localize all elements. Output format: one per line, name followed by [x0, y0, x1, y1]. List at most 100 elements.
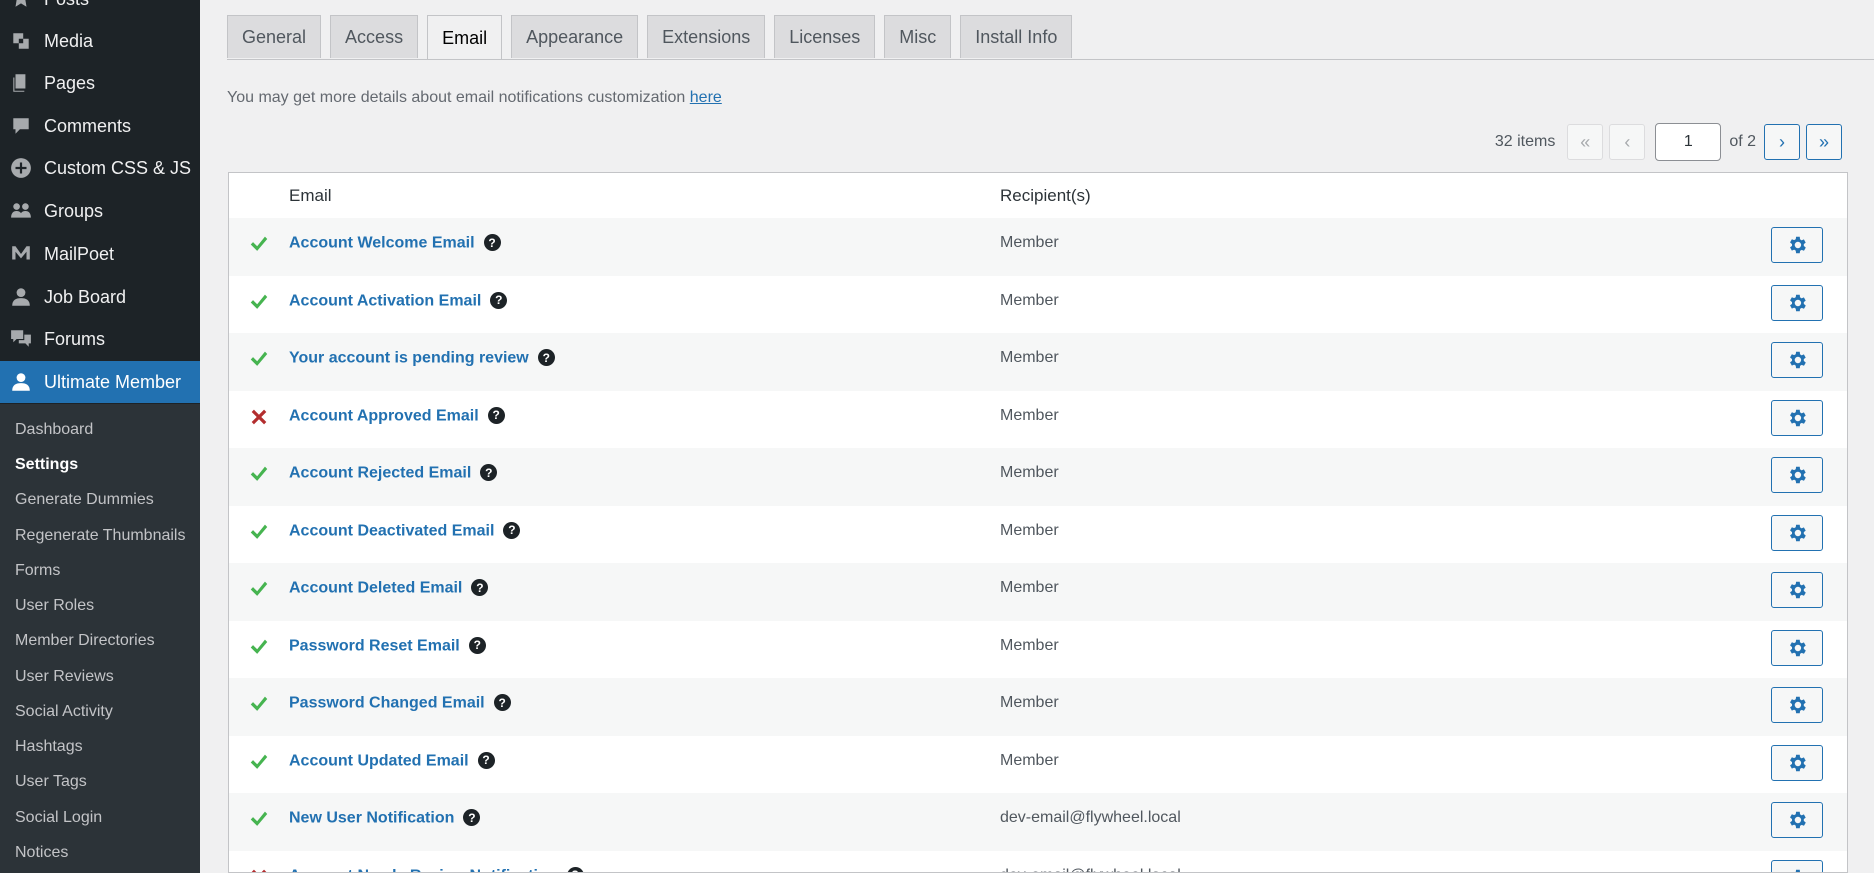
email-name-link[interactable]: Account Deleted Email? — [289, 579, 489, 598]
table-row: Account Deactivated Email? Member — [229, 506, 1847, 564]
help-icon[interactable]: ? — [463, 809, 481, 826]
menu-label: Pages — [44, 72, 96, 93]
email-name-link[interactable]: Account Approved Email? — [289, 406, 505, 426]
menu-label: Groups — [44, 200, 104, 221]
column-header-recipients[interactable]: Recipient(s) — [1000, 186, 1091, 206]
menu-item-media[interactable]: Media — [0, 20, 200, 62]
edit-email-settings-button[interactable] — [1771, 744, 1823, 781]
menu-item-posts[interactable]: Posts — [0, 0, 200, 20]
gear-icon — [1790, 236, 1806, 254]
email-name-link[interactable]: Account Needs Review Notification? — [289, 866, 584, 872]
edit-email-settings-button[interactable] — [1771, 342, 1823, 378]
email-name-text: Account Deactivated Email — [289, 522, 495, 539]
submenu-regenerate-thumbnails[interactable]: Regenerate Thumbnails — [15, 527, 185, 545]
help-icon[interactable]: ? — [537, 349, 555, 366]
table-row: Account Activation Email? Member — [229, 276, 1847, 334]
help-icon[interactable]: ? — [483, 234, 501, 251]
gear-icon — [1790, 351, 1806, 369]
submenu-hashtags[interactable]: Hashtags — [15, 738, 83, 756]
column-header-email[interactable]: Email — [289, 186, 332, 206]
recipient-text: Member — [1000, 521, 1059, 539]
menu-item-custom-css-js[interactable]: Custom CSS & JS — [0, 147, 200, 189]
menu-item-pages[interactable]: Pages — [0, 62, 200, 104]
tab-install-info[interactable]: Install Info — [960, 15, 1073, 58]
gear-icon — [1790, 409, 1806, 426]
email-name-text: Account Deleted Email — [289, 579, 463, 597]
tab-misc[interactable]: Misc — [884, 15, 952, 58]
total-pages: of 2 — [1729, 133, 1756, 150]
last-page-button[interactable]: » — [1806, 124, 1842, 160]
check-icon — [248, 578, 270, 600]
email-name-link[interactable]: Account Rejected Email? — [289, 464, 498, 483]
table-row: Account Deleted Email? Member — [229, 563, 1847, 621]
email-name-link[interactable]: Password Reset Email? — [289, 636, 486, 656]
recipient-text: Member — [1000, 694, 1059, 711]
edit-email-settings-button[interactable] — [1771, 802, 1823, 838]
help-icon[interactable]: ? — [468, 636, 486, 654]
current-page-input[interactable] — [1655, 123, 1722, 161]
email-name-link[interactable]: Account Activation Email? — [289, 291, 508, 311]
submenu-social-activity[interactable]: Social Activity — [15, 703, 113, 721]
email-name-link[interactable]: Account Welcome Email? — [289, 234, 501, 253]
tab-licenses[interactable]: Licenses — [774, 15, 876, 58]
intro-here-link[interactable]: here — [690, 89, 722, 106]
recipient-text: Member — [1000, 579, 1059, 596]
edit-email-settings-button[interactable] — [1771, 859, 1823, 872]
tab-email[interactable]: Email — [427, 15, 503, 60]
first-page-button[interactable]: « — [1567, 124, 1604, 160]
email-name-text: Account Welcome Email — [289, 234, 475, 252]
submenu-user-roles[interactable]: User Roles — [15, 597, 94, 615]
edit-email-settings-button[interactable] — [1771, 284, 1823, 321]
forums-icon — [9, 327, 33, 351]
help-icon[interactable]: ? — [493, 694, 511, 711]
help-icon[interactable]: ? — [490, 291, 508, 309]
email-name-link[interactable]: Your account is pending review? — [289, 349, 555, 368]
edit-email-settings-button[interactable] — [1771, 457, 1823, 493]
submenu-dashboard[interactable]: Dashboard — [15, 421, 93, 439]
help-icon[interactable]: ? — [471, 579, 489, 596]
email-name-link[interactable]: Account Updated Email? — [289, 751, 495, 771]
main-content: General Access Email Appearance Extensio… — [200, 0, 1874, 873]
menu-item-ultimate-member[interactable]: Ultimate Member — [0, 361, 200, 403]
submenu-notices[interactable]: Notices — [15, 844, 68, 862]
submenu-user-tags[interactable]: User Tags — [15, 773, 87, 791]
submenu-user-reviews[interactable]: User Reviews — [15, 668, 114, 686]
menu-item-comments[interactable]: Comments — [0, 105, 200, 147]
edit-email-settings-button[interactable] — [1771, 629, 1823, 666]
menu-item-job-board[interactable]: Job Board — [0, 276, 200, 318]
edit-email-settings-button[interactable] — [1771, 687, 1823, 723]
email-name-link[interactable]: Password Changed Email? — [289, 694, 511, 713]
submenu-forms[interactable]: Forms — [15, 562, 60, 580]
edit-email-settings-button[interactable] — [1771, 514, 1823, 551]
help-icon[interactable]: ? — [566, 866, 584, 872]
submenu-settings[interactable]: Settings — [15, 456, 78, 474]
email-name-text: Your account is pending review — [289, 349, 529, 367]
tab-access[interactable]: Access — [330, 15, 419, 58]
help-icon[interactable]: ? — [477, 751, 495, 769]
next-page-button[interactable]: › — [1764, 124, 1800, 160]
menu-label: Posts — [44, 0, 89, 10]
edit-email-settings-button[interactable] — [1771, 572, 1823, 608]
help-icon[interactable]: ? — [480, 464, 498, 481]
recipient-text: Member — [1000, 349, 1059, 366]
media-icon — [9, 29, 33, 53]
menu-label: MailPoet — [44, 243, 115, 264]
menu-item-forums[interactable]: Forums — [0, 318, 200, 360]
edit-email-settings-button[interactable] — [1771, 227, 1823, 263]
submenu-member-directories[interactable]: Member Directories — [15, 632, 155, 650]
gear-icon — [1790, 754, 1806, 771]
submenu-generate-dummies[interactable]: Generate Dummies — [15, 491, 154, 509]
recipient-text: Member — [1000, 291, 1059, 309]
prev-page-button[interactable]: ‹ — [1609, 124, 1646, 160]
email-name-link[interactable]: New User Notification? — [289, 809, 481, 828]
menu-item-mailpoet[interactable]: MailPoet — [0, 233, 200, 275]
email-name-link[interactable]: Account Deactivated Email? — [289, 521, 521, 541]
tab-appearance[interactable]: Appearance — [511, 15, 639, 58]
help-icon[interactable]: ? — [503, 521, 521, 539]
submenu-social-login[interactable]: Social Login — [15, 809, 102, 827]
menu-item-groups[interactable]: Groups — [0, 190, 200, 232]
tab-general[interactable]: General — [227, 15, 322, 58]
tab-extensions[interactable]: Extensions — [647, 15, 766, 58]
help-icon[interactable]: ? — [487, 406, 505, 424]
edit-email-settings-button[interactable] — [1771, 399, 1823, 436]
